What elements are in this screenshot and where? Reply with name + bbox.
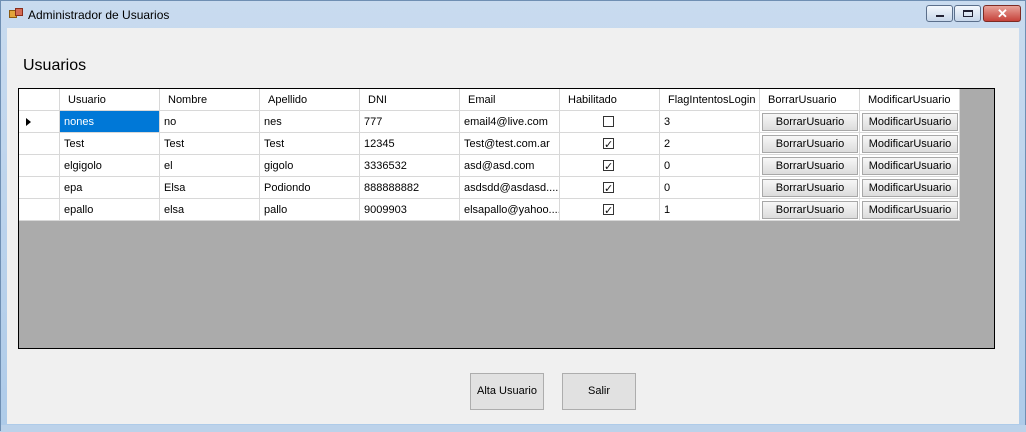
cell-modificarusuario: ModificarUsuario bbox=[860, 155, 960, 177]
cell-email[interactable]: elsapallo@yahoo.... bbox=[460, 199, 560, 221]
users-data-grid[interactable]: Usuario Nombre Apellido DNI Email Habili… bbox=[18, 88, 995, 349]
habilitado-checkbox[interactable] bbox=[603, 156, 614, 176]
modificar-usuario-button[interactable]: ModificarUsuario bbox=[862, 135, 958, 153]
maximize-button[interactable] bbox=[954, 5, 981, 22]
cell-borrarusuario: BorrarUsuario bbox=[760, 155, 860, 177]
cell-apellido[interactable]: pallo bbox=[260, 199, 360, 221]
cell-apellido[interactable]: nes bbox=[260, 111, 360, 133]
title-bar[interactable]: Administrador de Usuarios ✕ bbox=[1, 1, 1025, 28]
cell-habilitado[interactable] bbox=[560, 155, 660, 177]
row-header[interactable] bbox=[19, 111, 60, 133]
column-header-nombre[interactable]: Nombre bbox=[160, 89, 260, 111]
cell-dni[interactable]: 12345 bbox=[360, 133, 460, 155]
cell-nombre[interactable]: no bbox=[160, 111, 260, 133]
borrar-usuario-button[interactable]: BorrarUsuario bbox=[762, 135, 858, 153]
cell-modificarusuario: ModificarUsuario bbox=[860, 111, 960, 133]
cell-flagintentoslogin[interactable]: 0 bbox=[660, 155, 760, 177]
habilitado-checkbox[interactable] bbox=[603, 200, 614, 220]
habilitado-checkbox[interactable] bbox=[603, 134, 614, 154]
close-button[interactable]: ✕ bbox=[983, 5, 1021, 22]
cell-habilitado[interactable] bbox=[560, 177, 660, 199]
cell-apellido[interactable]: Test bbox=[260, 133, 360, 155]
cell-flagintentoslogin[interactable]: 2 bbox=[660, 133, 760, 155]
salir-button[interactable]: Salir bbox=[562, 373, 636, 410]
modificar-usuario-button[interactable]: ModificarUsuario bbox=[862, 201, 958, 219]
cell-dni[interactable]: 888888882 bbox=[360, 177, 460, 199]
row-header[interactable] bbox=[19, 199, 60, 221]
minimize-icon bbox=[936, 15, 944, 17]
cell-usuario[interactable]: epa bbox=[60, 177, 160, 199]
column-header-modificarusuario[interactable]: ModificarUsuario bbox=[860, 89, 960, 111]
cell-usuario[interactable]: Test bbox=[60, 133, 160, 155]
modificar-usuario-button[interactable]: ModificarUsuario bbox=[862, 157, 958, 175]
close-icon: ✕ bbox=[997, 6, 1008, 21]
cell-dni[interactable]: 777 bbox=[360, 111, 460, 133]
borrar-usuario-button[interactable]: BorrarUsuario bbox=[762, 179, 858, 197]
column-header-apellido[interactable]: Apellido bbox=[260, 89, 360, 111]
cell-borrarusuario: BorrarUsuario bbox=[760, 111, 860, 133]
window-title: Administrador de Usuarios bbox=[28, 8, 170, 22]
habilitado-checkbox[interactable] bbox=[603, 178, 614, 198]
cell-apellido[interactable]: Podiondo bbox=[260, 177, 360, 199]
borrar-usuario-button[interactable]: BorrarUsuario bbox=[762, 157, 858, 175]
main-window: Administrador de Usuarios ✕ Usuarios Usu… bbox=[0, 0, 1026, 432]
app-icon bbox=[9, 8, 23, 20]
cell-habilitado[interactable] bbox=[560, 111, 660, 133]
cell-flagintentoslogin[interactable]: 3 bbox=[660, 111, 760, 133]
cell-usuario[interactable]: nones bbox=[60, 111, 160, 133]
row-header[interactable] bbox=[19, 133, 60, 155]
cell-email[interactable]: email4@live.com bbox=[460, 111, 560, 133]
cell-flagintentoslogin[interactable]: 0 bbox=[660, 177, 760, 199]
column-header-usuario[interactable]: Usuario bbox=[60, 89, 160, 111]
modificar-usuario-button[interactable]: ModificarUsuario bbox=[862, 179, 958, 197]
cell-habilitado[interactable] bbox=[560, 133, 660, 155]
cell-borrarusuario: BorrarUsuario bbox=[760, 199, 860, 221]
page-title: Usuarios bbox=[23, 57, 87, 74]
row-header-corner bbox=[19, 89, 60, 111]
row-header[interactable] bbox=[19, 177, 60, 199]
cell-email[interactable]: Test@test.com.ar bbox=[460, 133, 560, 155]
cell-usuario[interactable]: epallo bbox=[60, 199, 160, 221]
cell-dni[interactable]: 3336532 bbox=[360, 155, 460, 177]
cell-usuario[interactable]: elgigolo bbox=[60, 155, 160, 177]
cell-email[interactable]: asdsdd@asdasd.... bbox=[460, 177, 560, 199]
current-row-arrow-icon bbox=[26, 118, 31, 126]
minimize-button[interactable] bbox=[926, 5, 953, 22]
cell-borrarusuario: BorrarUsuario bbox=[760, 177, 860, 199]
borrar-usuario-button[interactable]: BorrarUsuario bbox=[762, 113, 858, 131]
cell-nombre[interactable]: Test bbox=[160, 133, 260, 155]
column-header-habilitado[interactable]: Habilitado bbox=[560, 89, 660, 111]
cell-modificarusuario: ModificarUsuario bbox=[860, 133, 960, 155]
modificar-usuario-button[interactable]: ModificarUsuario bbox=[862, 113, 958, 131]
cell-modificarusuario: ModificarUsuario bbox=[860, 177, 960, 199]
column-header-flagintentoslogin[interactable]: FlagIntentosLogin bbox=[660, 89, 760, 111]
cell-apellido[interactable]: gigolo bbox=[260, 155, 360, 177]
cell-habilitado[interactable] bbox=[560, 199, 660, 221]
cell-nombre[interactable]: Elsa bbox=[160, 177, 260, 199]
column-header-borrarusuario[interactable]: BorrarUsuario bbox=[760, 89, 860, 111]
column-header-dni[interactable]: DNI bbox=[360, 89, 460, 111]
habilitado-checkbox[interactable] bbox=[603, 116, 614, 127]
cell-borrarusuario: BorrarUsuario bbox=[760, 133, 860, 155]
cell-email[interactable]: asd@asd.com bbox=[460, 155, 560, 177]
maximize-icon bbox=[963, 10, 973, 17]
cell-modificarusuario: ModificarUsuario bbox=[860, 199, 960, 221]
borrar-usuario-button[interactable]: BorrarUsuario bbox=[762, 201, 858, 219]
cell-nombre[interactable]: el bbox=[160, 155, 260, 177]
cell-nombre[interactable]: elsa bbox=[160, 199, 260, 221]
column-header-email[interactable]: Email bbox=[460, 89, 560, 111]
cell-flagintentoslogin[interactable]: 1 bbox=[660, 199, 760, 221]
form-client-area: Usuarios Usuario Nombre Apellido DNI Ema… bbox=[7, 28, 1019, 424]
row-header[interactable] bbox=[19, 155, 60, 177]
cell-dni[interactable]: 9009903 bbox=[360, 199, 460, 221]
alta-usuario-button[interactable]: Alta Usuario bbox=[470, 373, 544, 410]
